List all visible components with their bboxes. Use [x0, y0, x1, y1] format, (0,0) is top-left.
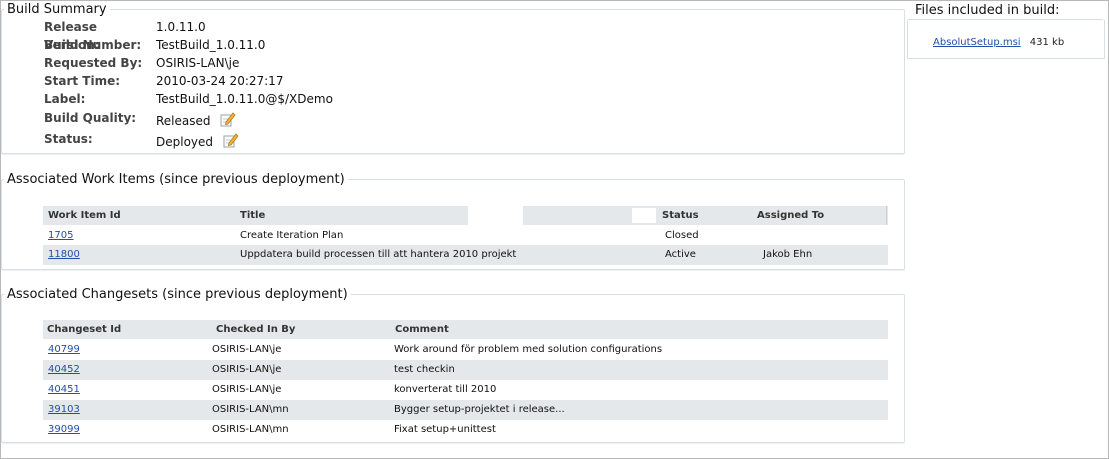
changeset-comment: konverterat till 2010: [394, 384, 497, 395]
header-divider: [886, 206, 887, 225]
work-items-title: Associated Work Items (since previous de…: [7, 172, 345, 187]
changeset-id-link[interactable]: 40452: [48, 360, 80, 380]
work-item-status: Closed: [665, 230, 699, 241]
file-item: AbsolutSetup.msi 431 kb: [933, 37, 1064, 48]
table-row-background: [43, 360, 888, 380]
file-size: 431 kb: [1029, 37, 1065, 48]
files-included-title: Files included in build:: [915, 3, 1060, 18]
label-label: Label:: [44, 92, 86, 106]
requested-by-label: Requested By:: [44, 56, 143, 70]
changeset-id-link[interactable]: 40799: [48, 340, 80, 360]
start-time-value: 2010-03-24 20:27:17: [156, 74, 284, 88]
build-number-label: Build Number:: [44, 38, 142, 52]
changeset-comment: Work around för problem med solution con…: [394, 344, 663, 355]
build-summary-title: Build Summary: [7, 2, 107, 17]
release-version-value: 1.0.11.0: [156, 20, 206, 34]
changesets-header: [43, 320, 888, 339]
changesets-title: Associated Changesets (since previous de…: [7, 287, 348, 302]
changeset-checked-in-by: OSIRIS-LAN\je: [212, 364, 282, 375]
build-quality-value: Released: [156, 114, 211, 128]
changeset-checked-in-by: OSIRIS-LAN\je: [212, 344, 282, 355]
changeset-comment: Bygger setup-projektet i release...: [394, 404, 565, 415]
changeset-checked-in-by: OSIRIS-LAN\je: [212, 384, 282, 395]
status-field: Deployed: [156, 132, 239, 153]
changeset-checked-in-by: OSIRIS-LAN\mn: [212, 404, 289, 415]
changeset-id-link[interactable]: 40451: [48, 380, 80, 400]
work-item-title: Create Iteration Plan: [240, 230, 344, 241]
work-items-header-right: [523, 206, 888, 225]
changeset-comment: test checkin: [394, 364, 455, 375]
col-header-title[interactable]: Title: [240, 206, 265, 225]
build-quality-field: Released: [156, 111, 236, 132]
work-item-status: Active: [665, 249, 696, 260]
build-quality-label: Build Quality:: [44, 111, 137, 125]
work-item-title: Uppdatera build processen till att hante…: [240, 249, 517, 260]
requested-by-value: OSIRIS-LAN\je: [156, 56, 240, 70]
edit-status-icon[interactable]: [223, 132, 239, 153]
work-item-id-link[interactable]: 11800: [48, 245, 80, 265]
file-link-absolutsetup[interactable]: AbsolutSetup.msi: [933, 37, 1021, 48]
edit-build-quality-icon[interactable]: [220, 111, 236, 132]
status-value: Deployed: [156, 135, 214, 149]
work-item-assigned: Jakob Ehn: [763, 249, 813, 260]
col-header-checked-in-by[interactable]: Checked In By: [216, 320, 295, 339]
start-time-label: Start Time:: [44, 74, 121, 88]
col-header-changeset-id[interactable]: Changeset Id: [47, 320, 121, 339]
col-header-work-item-id[interactable]: Work Item Id: [48, 206, 121, 225]
build-number-value: TestBuild_1.0.11.0: [156, 38, 266, 52]
changeset-checked-in-by: OSIRIS-LAN\mn: [212, 424, 289, 435]
label-value: TestBuild_1.0.11.0@$/XDemo: [156, 92, 333, 106]
status-label: Status:: [44, 132, 93, 146]
work-item-id-link[interactable]: 1705: [48, 226, 73, 246]
col-header-status[interactable]: Status: [662, 206, 699, 225]
changeset-id-link[interactable]: 39099: [48, 420, 80, 440]
changeset-id-link[interactable]: 39103: [48, 400, 80, 420]
col-header-comment[interactable]: Comment: [395, 320, 449, 339]
col-header-assigned-to[interactable]: Assigned To: [757, 206, 824, 225]
changeset-comment: Fixat setup+unittest: [394, 424, 496, 435]
header-gap: [632, 208, 656, 223]
